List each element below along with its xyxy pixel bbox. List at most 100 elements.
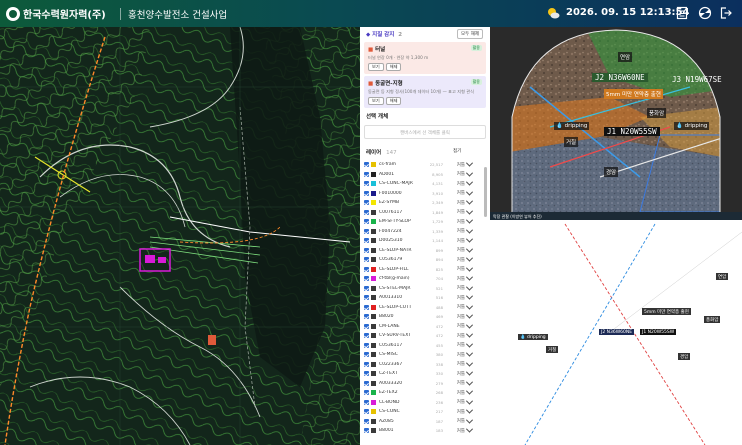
layer-row[interactable]: CS-MISC 380 커틀 [364,349,482,359]
layer-row[interactable]: B8020 469 커틀 [364,311,482,321]
layer-type-select[interactable]: 커틀 [443,314,465,320]
logout-icon[interactable] [719,6,733,20]
chevron-down-icon[interactable] [465,273,474,282]
layer-checkbox[interactable] [364,390,369,396]
layer-type-select[interactable]: 커틀 [443,238,465,244]
view-button[interactable]: 보기 [368,63,384,71]
layer-checkbox[interactable] [364,371,369,377]
layer-checkbox[interactable] [364,352,369,358]
layer-type-select[interactable]: 커틀 [443,295,465,301]
layer-row[interactable]: CS-CONC 217 커틀 [364,406,482,416]
layer-checkbox[interactable] [364,181,369,187]
layer-row[interactable]: CL-BOND 236 커틀 [364,397,482,407]
layer-type-select[interactable]: 커틀 [443,276,465,282]
layer-type-select[interactable]: 커틀 [443,162,465,168]
chevron-down-icon[interactable] [465,178,474,187]
tunnel-face-photo[interactable]: 연암 J2 N36W60NE J3 N19W67SE 5mm 미만 연약층 출현… [490,27,742,212]
layer-checkbox[interactable] [364,295,369,301]
layer-type-select[interactable]: 커틀 [443,181,465,187]
chevron-down-icon[interactable] [465,340,474,348]
chevron-down-icon[interactable] [465,330,474,339]
layer-row[interactable]: CE-SLOP-FILL 825 커틀 [364,264,482,274]
layer-row[interactable]: F0047224 1,339 커틀 [364,226,482,236]
chevron-down-icon[interactable] [465,188,474,196]
chevron-down-icon[interactable] [465,416,474,424]
chevron-down-icon[interactable] [465,387,474,396]
layer-row[interactable]: CS-CONC-MAJR 4,131 커틀 [364,178,482,188]
layer-checkbox[interactable] [364,428,369,434]
layer-type-select[interactable]: 커틀 [443,409,465,415]
layer-row[interactable]: CE-SLOP-CUTT 488 커틀 [364,302,482,312]
detect-card-cave[interactable]: ■ 동굴면-지형 활용 동굴면 등 지형 정사(100개 데이터 10개) — … [364,76,486,108]
chevron-down-icon[interactable] [465,292,474,301]
layer-row[interactable]: CV-SURV-TEXT 472 커틀 [364,330,482,340]
layer-checkbox[interactable] [364,247,369,253]
layer-type-select[interactable]: 커틀 [443,390,465,396]
chevron-down-icon[interactable] [465,378,474,386]
layer-type-select[interactable]: 커틀 [443,171,465,177]
layer-checkbox[interactable] [364,304,369,310]
layer-type-select[interactable]: 커틀 [443,371,465,377]
layer-checkbox[interactable] [364,200,369,206]
layer-row[interactable]: C0223367 338 커틀 [364,359,482,369]
layer-type-select[interactable]: 커틀 [443,418,465,424]
layer-type-select[interactable]: 커틀 [443,219,465,225]
layer-checkbox[interactable] [364,380,369,386]
chevron-down-icon[interactable] [465,302,474,310]
release-button[interactable]: 해제 [385,97,402,105]
layer-type-select[interactable]: 커틀 [443,209,465,215]
chevron-down-icon[interactable] [465,159,474,168]
layer-type-select[interactable]: 커틀 [443,399,465,405]
chevron-down-icon[interactable] [465,321,474,329]
chevron-down-icon[interactable] [465,349,474,358]
chevron-down-icon[interactable] [465,254,474,263]
view-button[interactable]: 보기 [368,97,384,105]
layer-type-select[interactable]: 커틀 [443,380,465,386]
layer-type-select[interactable]: 커틀 [443,266,465,272]
layer-row[interactable]: AZ085 187 커틀 [364,416,482,426]
chevron-down-icon[interactable] [465,397,474,405]
layer-row[interactable]: C0536117 455 커틀 [364,340,482,350]
layer-type-select[interactable]: 커틀 [443,428,465,434]
layer-checkbox[interactable] [364,276,369,282]
chevron-down-icon[interactable] [465,425,474,434]
layer-type-select[interactable]: 커틀 [443,333,465,339]
layer-row[interactable]: EM-SFTY-SLOP 1,729 커틀 [364,216,482,226]
layer-row[interactable]: CZ-TEXT 330 커틀 [364,368,482,378]
chevron-down-icon[interactable] [465,245,474,253]
layer-type-select[interactable]: 커틀 [443,190,465,196]
chevron-down-icon[interactable] [465,226,474,234]
layer-checkbox[interactable] [364,257,369,263]
chevron-down-icon[interactable] [465,169,474,177]
layer-row[interactable]: B8001 183 커틀 [364,425,482,435]
layer-type-select[interactable]: 커틀 [443,200,465,206]
settings-dial-icon[interactable] [698,6,712,20]
layer-row[interactable]: CM-LANE 472 커틀 [364,321,482,331]
layer-row[interactable]: cf-tbl(g-main) 704 커틀 [364,273,482,283]
report-icon[interactable] [675,6,689,20]
layer-type-select[interactable]: 커틀 [443,304,465,310]
chevron-down-icon[interactable] [465,359,474,367]
chevron-down-icon[interactable] [465,311,474,320]
layer-checkbox[interactable] [364,162,369,168]
layer-checkbox[interactable] [364,399,369,405]
chevron-down-icon[interactable] [465,197,474,206]
collapse-layers-button[interactable]: 접기 [450,147,465,155]
chevron-down-icon[interactable] [465,283,474,291]
clear-all-button[interactable]: 모두 해제 [457,29,483,39]
chevron-down-icon[interactable] [465,207,474,215]
layer-checkbox[interactable] [364,171,369,177]
layer-row[interactable]: F0010000 3,910 커틀 [364,188,482,198]
layer-type-select[interactable]: 커틀 [443,352,465,358]
detect-card-tunnel[interactable]: ■ 터널 활용 터널 연장 0개 · 연장 약 1,300 m 보기 해제 [364,42,486,74]
layer-checkbox[interactable] [364,238,369,244]
cad-map-canvas[interactable] [0,27,360,445]
layer-type-select[interactable]: 커틀 [443,228,465,234]
chevron-down-icon[interactable] [465,368,474,377]
chevron-down-icon[interactable] [465,406,474,415]
layer-checkbox[interactable] [364,409,369,415]
layer-row[interactable]: AD001 8,905 커틀 [364,169,482,179]
layer-row[interactable]: C0076117 1,849 커틀 [364,207,482,217]
layer-row[interactable]: EZ-SYMB 2,349 커틀 [364,197,482,207]
layer-checkbox[interactable] [364,361,369,367]
